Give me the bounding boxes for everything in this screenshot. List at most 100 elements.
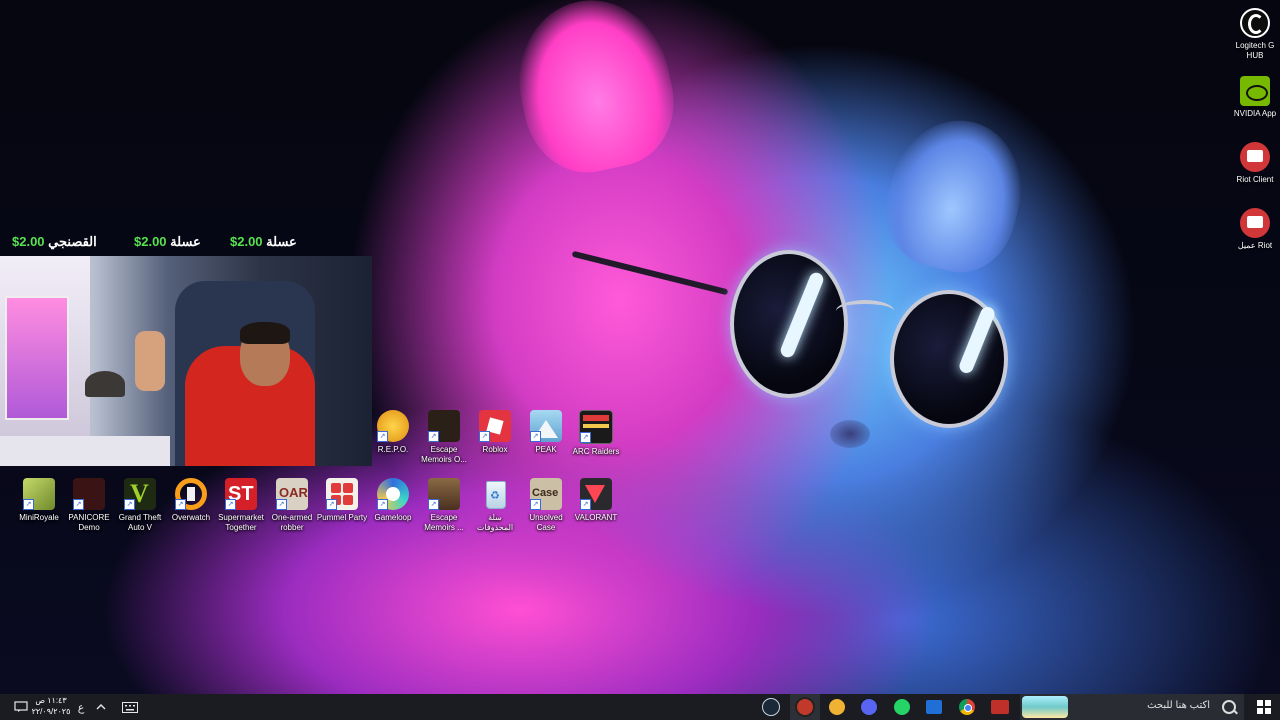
- desktop-icon-miniroyale[interactable]: ↗ MiniRoyale: [13, 478, 65, 523]
- notification-center-icon[interactable]: [10, 694, 32, 720]
- shortcut-arrow-icon: ↗: [225, 499, 236, 510]
- webcam-cap: [85, 371, 125, 397]
- escape-memoirs-icon: ↗: [428, 410, 460, 442]
- desktop-icon-nvidia[interactable]: NVIDIA App: [1230, 76, 1280, 119]
- shortcut-arrow-icon: ↗: [479, 431, 490, 442]
- discord-purple-icon: [861, 699, 877, 715]
- desktop-icon-label: Pummel Party: [316, 513, 368, 522]
- one-armed-robber-icon: OAR ↗: [276, 478, 308, 510]
- panicore-icon: ↗: [73, 478, 105, 510]
- desktop-icon-label: Escape Memoirs O...: [421, 445, 467, 464]
- shortcut-arrow-icon: ↗: [428, 431, 439, 442]
- shortcut-arrow-icon: ↗: [124, 499, 135, 510]
- desktop-icon-logitech-ghub[interactable]: Logitech G HUB: [1230, 8, 1280, 61]
- desktop-icon-panicore[interactable]: ↗ PANICORE Demo: [63, 478, 115, 533]
- shortcut-arrow-icon: ↗: [175, 499, 186, 510]
- taskbar: ١١:٤٣ ص ٢٢/٠٩/٢٠٢٥ ع اكتب هنا للبحث: [0, 694, 1280, 720]
- desktop-icon-label: PANICORE Demo: [68, 513, 110, 532]
- gameloop-icon: ↗: [377, 478, 409, 510]
- desktop-icon-pummel-party[interactable]: ↗ Pummel Party: [316, 478, 368, 523]
- windows-logo-pane: [1257, 708, 1263, 714]
- miniroyale-icon: ↗: [23, 478, 55, 510]
- keyboard-icon[interactable]: [118, 694, 142, 720]
- taskbar-app-media[interactable]: [988, 694, 1012, 720]
- clock-time: ١١:٤٣ ص: [35, 696, 67, 705]
- roblox-icon: ↗: [479, 410, 511, 442]
- desktop-icon-label: Gameloop: [374, 513, 412, 522]
- donation-amount: 2.00$: [134, 234, 167, 249]
- desktop-icon-label: Overwatch: [171, 513, 211, 522]
- shortcut-arrow-icon: ↗: [23, 499, 34, 510]
- desktop-icon-label: Roblox: [482, 445, 508, 454]
- desktop-icon-unsolved-case[interactable]: Case ↗ Unsolved Case: [520, 478, 572, 533]
- desktop-icon-roblox[interactable]: ↗ Roblox: [469, 410, 521, 455]
- desktop-icon-label: MiniRoyale: [19, 513, 59, 522]
- sunglasses-bridge: [836, 300, 894, 322]
- taskbar-app-steam[interactable]: [760, 694, 782, 720]
- nvidia-icon: [1240, 76, 1270, 106]
- desktop-icon-peak[interactable]: ↗ PEAK: [520, 410, 572, 455]
- taskbar-app-discord[interactable]: [826, 694, 848, 720]
- gta-v-icon: V ↗: [124, 478, 156, 510]
- desktop-icon-label: Unsolved Case: [529, 513, 563, 532]
- desktop-icon-label: Escape Memoirs ...: [424, 513, 464, 532]
- desktop-icon-riot-client-ar[interactable]: عميل Riot: [1230, 208, 1280, 251]
- cat-nose: [830, 420, 870, 448]
- donation-item: القصنجي 2.00$: [12, 234, 97, 254]
- shortcut-arrow-icon: ↗: [530, 499, 541, 510]
- desktop-icon-escape-memoirs-2[interactable]: ↗ Escape Memoirs ...: [418, 478, 470, 533]
- desktop-icon-gameloop[interactable]: ↗ Gameloop: [367, 478, 419, 523]
- riot-client-icon: [1240, 208, 1270, 238]
- system-clock[interactable]: ١١:٤٣ ص ٢٢/٠٩/٢٠٢٥: [30, 695, 72, 717]
- taskbar-app-whatsapp[interactable]: [891, 694, 913, 720]
- desktop-icon-arc-raiders[interactable]: ↗ ARC Raiders: [570, 410, 622, 457]
- search-highlight-image: [1022, 696, 1068, 718]
- shortcut-arrow-icon: ↗: [580, 432, 591, 443]
- desktop-icon-one-armed-robber[interactable]: OAR ↗ One-armed robber: [266, 478, 318, 533]
- taskbar-search-box[interactable]: اكتب هنا للبحث: [1020, 694, 1244, 720]
- taskbar-app-mail[interactable]: [923, 694, 945, 720]
- desktop-icon-label: ARC Raiders: [572, 447, 620, 456]
- desktop-icon-overwatch[interactable]: ↗ Overwatch: [165, 478, 217, 523]
- whatsapp-icon: [894, 699, 910, 715]
- desktop-icon-escape-memoirs[interactable]: ↗ Escape Memoirs O...: [418, 410, 470, 465]
- desktop-icon-riot-client[interactable]: Riot Client: [1230, 142, 1280, 185]
- desktop-icon-label: NVIDIA App: [1233, 109, 1277, 118]
- riot-client-icon: [1240, 142, 1270, 172]
- donor-name: القصنجي: [48, 234, 97, 249]
- donation-item: عسلة 2.00$: [134, 234, 201, 254]
- desktop-icon-label: Riot Client: [1236, 175, 1274, 184]
- donation-item: عسلة 2.00$: [230, 234, 297, 254]
- valorant-icon: ↗: [580, 478, 612, 510]
- taskbar-app-obs[interactable]: [790, 694, 820, 720]
- desktop-icon-gta-v[interactable]: V ↗ Grand Theft Auto V: [114, 478, 166, 533]
- webcam-person-hand: [135, 331, 165, 391]
- donor-name: عسلة: [266, 234, 297, 249]
- cat-ear-right: [872, 105, 1038, 285]
- webcam-desk: [0, 436, 170, 466]
- webcam-person-hair: [240, 322, 290, 344]
- desktop-icon-valorant[interactable]: ↗ VALORANT: [570, 478, 622, 523]
- supermarket-together-icon: ST ↗: [225, 478, 257, 510]
- search-icon: [1222, 700, 1236, 714]
- shortcut-arrow-icon: ↗: [580, 499, 591, 510]
- windows-start-icon[interactable]: [1257, 700, 1271, 714]
- unsolved-case-icon: Case ↗: [530, 478, 562, 510]
- logitech-ghub-icon: [1240, 8, 1270, 38]
- obs-record-icon: [795, 697, 815, 717]
- desktop-icon-recycle-bin[interactable]: ♻ سلة المحذوفات: [469, 478, 521, 533]
- desktop-icon-label: Logitech G HUB: [1235, 41, 1275, 60]
- desktop-icon-supermarket-together[interactable]: ST ↗ Supermarket Together: [215, 478, 267, 533]
- donation-amount: 2.00$: [230, 234, 263, 249]
- shortcut-arrow-icon: ↗: [73, 499, 84, 510]
- input-language-indicator[interactable]: ع: [73, 694, 89, 720]
- mail-icon: [926, 700, 942, 714]
- shortcut-arrow-icon: ↗: [530, 431, 541, 442]
- desktop-icon-repo[interactable]: ↗ R.E.P.O.: [367, 410, 419, 455]
- donation-amount: 2.00$: [12, 234, 45, 249]
- windows-logo-pane: [1265, 708, 1271, 714]
- taskbar-app-discord-purple[interactable]: [858, 694, 880, 720]
- arc-raiders-icon: ↗: [579, 410, 613, 444]
- taskbar-app-chrome[interactable]: [956, 694, 978, 720]
- chevron-up-icon[interactable]: [92, 694, 110, 720]
